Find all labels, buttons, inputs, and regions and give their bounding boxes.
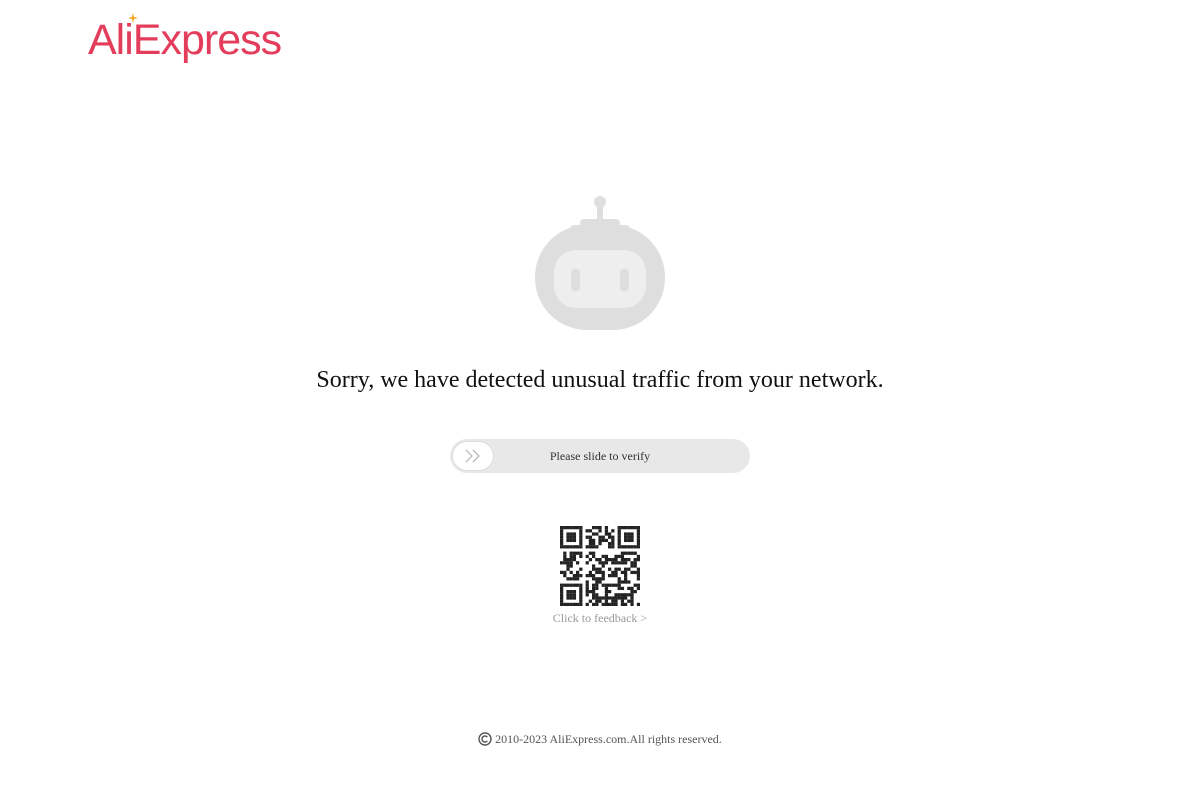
double-chevron-right-icon	[465, 449, 480, 463]
slide-to-verify-slider[interactable]: Please slide to verify	[450, 439, 750, 473]
verification-page: AliExpress Sorry, we have detected unusu…	[0, 0, 1200, 800]
unusual-traffic-message: Sorry, we have detected unusual traffic …	[316, 367, 884, 393]
feedback-link[interactable]: Click to feedback >	[0, 610, 1200, 626]
logo-text: AliExpress	[88, 16, 282, 64]
logo-sparkle-icon	[128, 13, 138, 23]
qr-code-icon	[560, 526, 640, 606]
aliexpress-logo[interactable]: AliExpress	[88, 12, 282, 68]
copyright-text: 2010-2023 AliExpress.com.All rights rese…	[495, 732, 722, 746]
slider-label: Please slide to verify	[549, 449, 651, 463]
robot-icon	[535, 196, 665, 330]
footer: 2010-2023 AliExpress.com.All rights rese…	[0, 731, 1200, 750]
slider-handle[interactable]	[452, 441, 494, 471]
copyright-icon	[478, 732, 492, 746]
